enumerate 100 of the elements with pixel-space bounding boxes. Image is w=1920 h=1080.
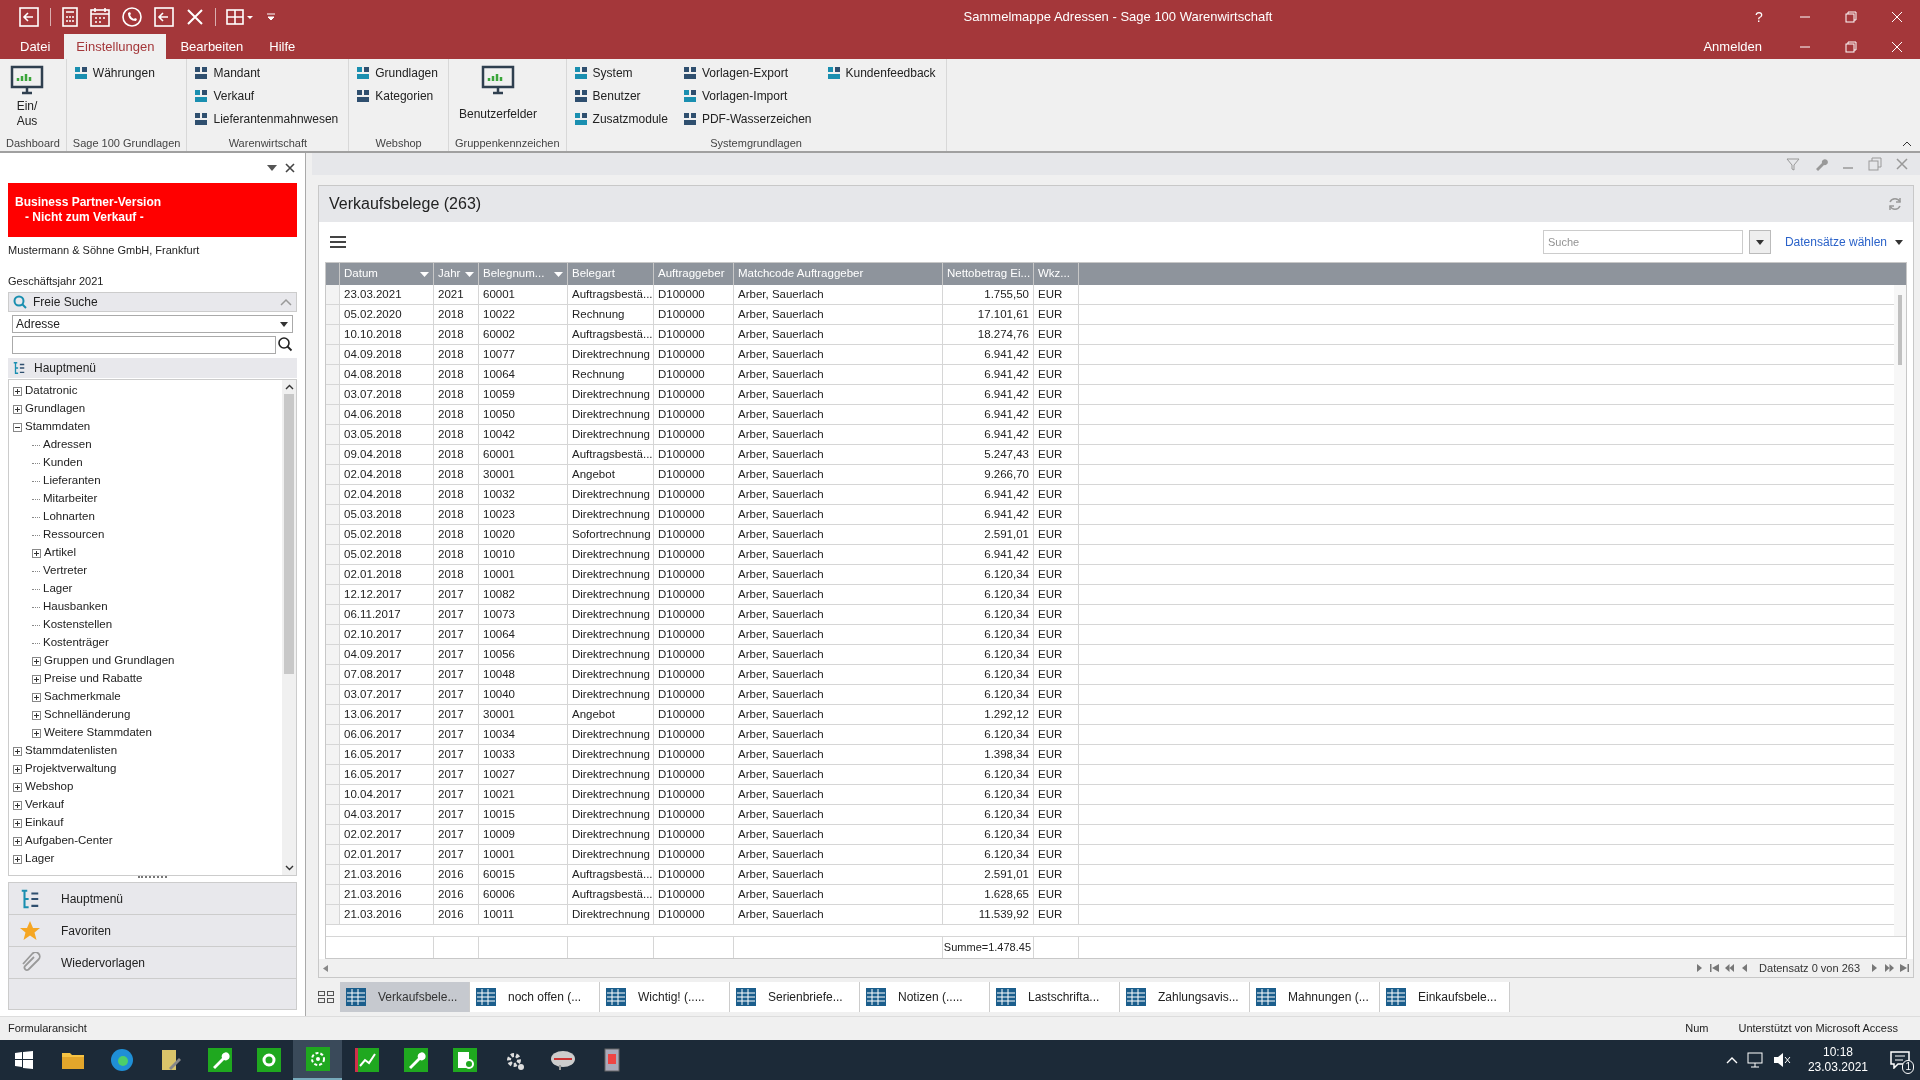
tree-item[interactable]: Artikel [44, 544, 76, 562]
last-record-icon[interactable] [1900, 964, 1909, 972]
select-records-link[interactable]: Datensätze wählen [1784, 233, 1903, 251]
tree-item[interactable]: Lager [25, 850, 55, 868]
expand-icon[interactable] [13, 782, 22, 792]
back-icon[interactable] [153, 6, 175, 28]
search-icon[interactable] [277, 336, 293, 354]
ribbon-button[interactable]: Vorlagen-Import [681, 86, 816, 106]
refresh-icon[interactable] [1887, 196, 1903, 212]
tree-item[interactable]: Datatronic [25, 382, 78, 400]
tree-item[interactable]: Adressen [43, 436, 92, 454]
tree-item[interactable]: Grundlagen [25, 400, 86, 418]
login-button[interactable]: Anmelden [1691, 36, 1774, 57]
expand-icon[interactable] [13, 746, 22, 756]
ribbon-button[interactable]: Mandant [193, 63, 343, 83]
tree-item[interactable]: Lieferanten [43, 472, 101, 490]
tree-item[interactable]: Einkauf [25, 814, 64, 832]
close-icon[interactable] [285, 163, 295, 173]
nav-button[interactable]: Favoriten [9, 915, 296, 947]
ribbon-button[interactable]: Zusatzmodule [572, 109, 672, 129]
document-tab[interactable]: Einkaufsbele... [1380, 982, 1510, 1012]
ribbon-button[interactable]: PDF-Wasserzeichen [681, 109, 816, 129]
phone-icon[interactable] [121, 6, 143, 28]
menu-tab[interactable]: Datei [8, 34, 63, 59]
scrollbar[interactable] [282, 380, 296, 875]
expand-icon[interactable] [32, 710, 41, 720]
ribbon-button[interactable]: Kundenfeedback [825, 63, 940, 83]
tree-item[interactable]: Webshop [25, 778, 74, 796]
ribbon-button[interactable]: Verkauf [193, 86, 343, 106]
document-tab[interactable]: noch offen (... [470, 982, 600, 1012]
ribbon-large-button[interactable]: Ein/ Aus [6, 63, 48, 135]
tree-item[interactable]: Ressourcen [43, 526, 105, 544]
next-page-icon[interactable] [1885, 964, 1894, 972]
nav-button[interactable]: Wiedervorlagen [9, 947, 296, 979]
expand-icon[interactable] [13, 386, 22, 396]
search-field[interactable]: Suche [1542, 230, 1743, 254]
expand-icon[interactable] [13, 818, 22, 828]
expand-icon[interactable] [13, 764, 22, 774]
ribbon-button[interactable]: System [572, 63, 672, 83]
tree-item[interactable]: Schnelländerung [44, 706, 131, 724]
type-dropdown[interactable]: Adresse [12, 315, 293, 333]
layout-icon[interactable] [226, 7, 256, 27]
tree-item[interactable]: Verkauf [25, 796, 64, 814]
tree-item[interactable]: Projektverwaltung [25, 760, 117, 778]
expand-icon[interactable] [32, 548, 41, 558]
expand-icon[interactable] [13, 836, 22, 846]
tree-item[interactable]: Mitarbeiter [43, 490, 98, 508]
previous-record-icon[interactable] [1740, 964, 1750, 972]
ribbon-button[interactable]: Kategorien [355, 86, 442, 106]
calendar-icon[interactable] [89, 6, 111, 28]
expand-icon[interactable] [32, 674, 41, 684]
ribbon-button[interactable]: Währungen [72, 63, 159, 83]
search-input[interactable] [12, 336, 276, 354]
menu-tab[interactable]: Bearbeiten [168, 34, 256, 59]
expand-icon[interactable] [13, 854, 22, 864]
first-record-icon[interactable] [1710, 964, 1720, 972]
scrollbar[interactable] [1894, 285, 1906, 936]
document-tab[interactable]: Wichtig! (..... [600, 982, 730, 1012]
expand-icon[interactable] [13, 404, 22, 414]
tree-item[interactable]: Kunden [43, 454, 83, 472]
search-dropdown-button[interactable] [1748, 230, 1771, 254]
expand-icon[interactable] [32, 692, 41, 702]
tree-item[interactable]: Preise und Rabatte [44, 670, 143, 688]
ribbon-button[interactable]: Lieferantenmahnwesen [193, 109, 343, 129]
clock[interactable]: 10:18 23.03.2021 [1795, 1045, 1880, 1075]
back-icon[interactable] [18, 6, 40, 28]
filter-icon[interactable] [1786, 157, 1800, 171]
tree-item[interactable]: Weitere Stammdaten [44, 724, 152, 742]
tree-item[interactable]: Vertreter [43, 562, 88, 580]
ribbon-large-button[interactable]: Benutzerfelder [454, 63, 541, 135]
document-tab[interactable]: Serienbriefe... [730, 982, 860, 1012]
tree-item[interactable]: Kostenstellen [43, 616, 113, 634]
menu-icon[interactable] [329, 235, 347, 249]
tree-item[interactable]: Stammdaten [25, 418, 91, 436]
tree-item[interactable]: Hausbanken [43, 598, 108, 616]
menu-tab[interactable]: Einstellungen [64, 34, 167, 59]
close-icon[interactable] [185, 7, 205, 27]
calculator-icon[interactable] [61, 6, 79, 28]
tree-item[interactable]: Aufgaben-Center [25, 832, 113, 850]
tree-item[interactable]: Stammdatenlisten [25, 742, 118, 760]
tree-item[interactable]: Kostenträger [43, 634, 109, 652]
document-tab[interactable]: Zahlungsavis... [1120, 982, 1250, 1012]
tree-item[interactable]: Lohnarten [43, 508, 95, 526]
tile-view-icon[interactable] [318, 991, 334, 1003]
help-button[interactable]: ? [1736, 0, 1782, 34]
menu-tab[interactable]: Hilfe [257, 34, 308, 59]
ribbon-button[interactable]: Vorlagen-Export [681, 63, 816, 83]
nav-button[interactable]: Hauptmenü [9, 883, 296, 915]
collapse-icon[interactable] [13, 422, 22, 432]
search-panel-header[interactable]: Freie Suche [8, 292, 297, 312]
wrench-icon[interactable] [1814, 157, 1828, 171]
tree-item[interactable]: Lager [43, 580, 73, 598]
ribbon-button[interactable]: Grundlagen [355, 63, 442, 83]
next-record-icon[interactable] [1870, 964, 1879, 972]
document-tab[interactable]: Verkaufsbele... [340, 982, 470, 1012]
document-tab[interactable]: Mahnungen (... [1250, 982, 1380, 1012]
previous-page-icon[interactable] [1725, 964, 1735, 972]
document-tab[interactable]: Lastschrifta... [990, 982, 1120, 1012]
expand-icon[interactable] [13, 800, 22, 810]
flower-app-icon[interactable] [293, 1040, 342, 1080]
